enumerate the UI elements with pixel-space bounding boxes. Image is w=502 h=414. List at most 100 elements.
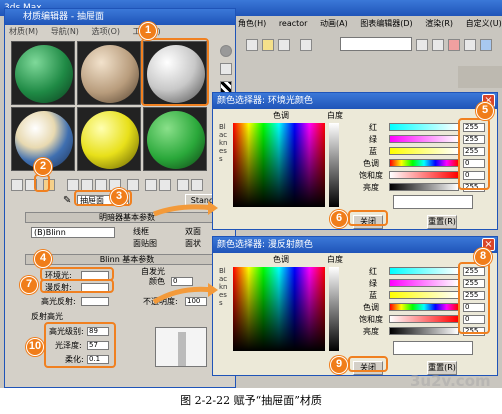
hue-channel-label: 色调 (363, 303, 379, 312)
go-parent-icon[interactable] (177, 179, 189, 191)
highlight-spec-values (44, 322, 116, 368)
color-picker-ambient-title-text: 颜色选择器: 环境光颜色 (217, 96, 313, 106)
backlight-icon[interactable] (220, 63, 232, 75)
color-picker-diffuse-window: 颜色选择器: 漫反射颜色 × 色调 白度 Blackness 关闭 重置(R) … (212, 236, 498, 376)
sample-slot-6[interactable] (143, 107, 207, 171)
menu-character[interactable]: 角色(H) (238, 17, 266, 31)
figure-caption: 图 2-2-22 赋予“抽屉面”材质 (180, 394, 322, 407)
green-label: 绿 (369, 279, 377, 288)
blackness-label: Blackness (219, 123, 228, 163)
show-end-result-icon[interactable] (159, 179, 171, 191)
green-bar[interactable] (389, 135, 459, 143)
value-label: 亮度 (363, 183, 379, 192)
sample-slot-2[interactable] (77, 41, 141, 105)
show-map-icon[interactable] (145, 179, 157, 191)
highlight-ambient-close (348, 210, 388, 226)
color-picker-diffuse-title-text: 颜色选择器: 漫反射颜色 (217, 240, 313, 250)
menu-reactor[interactable]: reactor (279, 17, 308, 31)
select-icon[interactable] (300, 39, 312, 51)
red-label: 红 (369, 267, 377, 276)
red-bar[interactable] (389, 267, 459, 275)
hue-spectrum[interactable] (233, 123, 325, 207)
selection-set-dropdown[interactable] (340, 37, 412, 51)
sample-sphere-yellow (81, 111, 139, 169)
value-bar[interactable] (389, 183, 459, 191)
reset-button[interactable]: 重置(R) (427, 215, 457, 229)
hue-channel-label: 色调 (363, 159, 379, 168)
hue-label: 色调 (273, 111, 289, 120)
wire-checkbox-label[interactable]: 线框 (133, 227, 149, 237)
sample-slot-1[interactable] (11, 41, 75, 105)
saturation-bar[interactable] (389, 171, 459, 179)
whiteness-strip[interactable] (329, 267, 339, 351)
blue-bar[interactable] (389, 291, 459, 299)
command-panel-strip (458, 66, 502, 88)
two-sided-checkbox-label[interactable]: 双面 (185, 227, 201, 237)
green-bar[interactable] (389, 279, 459, 287)
value-label: 亮度 (363, 327, 379, 336)
specular-highlights-label: 反射高光 (31, 312, 63, 321)
menu-rendering[interactable]: 渲染(R) (425, 17, 453, 31)
blue-label: 蓝 (369, 147, 377, 156)
highlight-diffuse-close (348, 356, 388, 372)
blue-label: 蓝 (369, 291, 377, 300)
step-badge-2: 2 (34, 158, 52, 176)
step-badge-5: 5 (476, 102, 494, 120)
eyedropper-icon[interactable]: ✎ (63, 196, 73, 206)
hue-label: 色调 (273, 255, 289, 264)
faceted-checkbox-label[interactable]: 面状 (185, 239, 201, 249)
step-badge-1: 1 (139, 22, 157, 40)
material-editor-title-text: 材质编辑器 - 抽屉面 (23, 12, 104, 22)
get-material-icon[interactable] (11, 179, 23, 191)
whiteness-strip[interactable] (329, 123, 339, 207)
main-toolbar (240, 33, 502, 63)
quick-render-icon[interactable] (480, 39, 492, 51)
color-preview (393, 195, 473, 209)
menu-material[interactable]: 材质(M) (9, 26, 38, 38)
material-editor-icon[interactable] (448, 39, 460, 51)
unlink-icon[interactable] (262, 39, 274, 51)
bind-icon[interactable] (278, 39, 290, 51)
sample-sphere-green (15, 45, 73, 103)
saturation-bar[interactable] (389, 315, 459, 323)
menu-navigation[interactable]: 导航(N) (51, 26, 79, 38)
hue-bar[interactable] (389, 303, 459, 311)
arrow-diffuse-icon (153, 201, 218, 217)
highlight-diffuse-swatch (40, 279, 114, 293)
sample-slot-5[interactable] (77, 107, 141, 171)
highlight-assign-button (34, 174, 50, 192)
saturation-label: 饱和度 (359, 315, 383, 324)
shader-type-dropdown[interactable]: (B)Blinn (31, 227, 115, 238)
highlight-sample-slot (141, 38, 209, 106)
sample-sphere-tan (81, 45, 139, 103)
highlight-ambient-values (458, 118, 490, 190)
step-badge-10: 10 (26, 338, 44, 356)
link-icon[interactable] (246, 39, 258, 51)
specular-color-swatch[interactable] (81, 297, 109, 306)
blinn-rollout-header[interactable]: Blinn 基本参数 (25, 254, 229, 265)
face-map-checkbox-label[interactable]: 面贴图 (133, 239, 157, 249)
menu-graph-editors[interactable]: 图表编辑器(D) (360, 17, 412, 31)
mirror-icon[interactable] (416, 39, 428, 51)
menu-customize[interactable]: 自定义(U) (466, 17, 502, 31)
highlight-curve-graph (155, 327, 207, 367)
go-sibling-icon[interactable] (191, 179, 203, 191)
step-badge-6: 6 (330, 210, 348, 228)
hue-spectrum[interactable] (233, 267, 325, 351)
red-bar[interactable] (389, 123, 459, 131)
blue-bar[interactable] (389, 147, 459, 155)
red-label: 红 (369, 123, 377, 132)
menu-options[interactable]: 选项(O) (91, 26, 120, 38)
step-badge-9: 9 (330, 356, 348, 374)
blackness-label: Blackness (219, 267, 228, 307)
render-icon[interactable] (464, 39, 476, 51)
align-icon[interactable] (432, 39, 444, 51)
hue-bar[interactable] (389, 159, 459, 167)
sample-type-icon[interactable] (220, 45, 232, 57)
menu-animation[interactable]: 动画(A) (320, 17, 348, 31)
watermark: 3u2v.com (410, 372, 491, 390)
step-badge-8: 8 (474, 248, 492, 266)
specular-label: 高光反射: (41, 297, 76, 306)
arrow-ambient-icon (152, 283, 218, 305)
value-bar[interactable] (389, 327, 459, 335)
